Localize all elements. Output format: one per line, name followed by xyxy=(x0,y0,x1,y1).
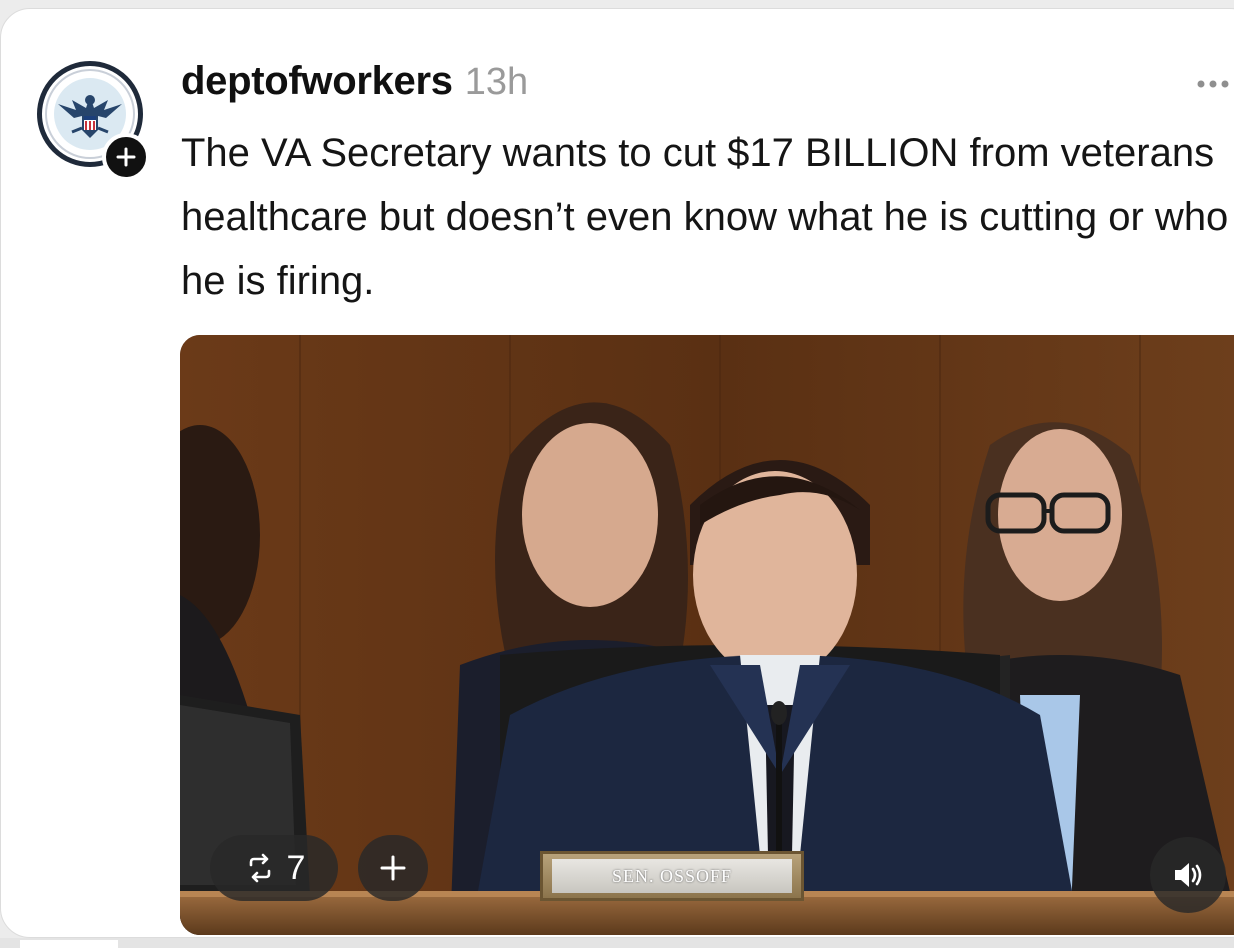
add-button[interactable] xyxy=(358,835,428,901)
post-timestamp: 13h xyxy=(464,61,529,103)
repost-count: 7 xyxy=(286,848,306,887)
post-header: deptofworkers 13h xyxy=(181,59,528,107)
repost-icon xyxy=(249,853,270,883)
more-options-button[interactable] xyxy=(1195,69,1234,99)
ellipsis-icon xyxy=(1197,80,1229,88)
avatar-container xyxy=(37,61,150,181)
plus-icon xyxy=(380,855,406,881)
plus-icon xyxy=(116,147,136,167)
repost-button[interactable]: 7 xyxy=(210,835,338,901)
follow-button[interactable] xyxy=(102,133,150,181)
video-player[interactable]: SEN. OSSOFF 7 xyxy=(180,335,1234,935)
bottom-tab-indicator xyxy=(20,940,118,948)
post-text: The VA Secretary wants to cut $17 BILLIO… xyxy=(181,131,1229,303)
username[interactable]: deptofworkers xyxy=(181,59,453,104)
video-frame xyxy=(180,335,1234,935)
nameplate: SEN. OSSOFF xyxy=(540,851,804,901)
nameplate-text: SEN. OSSOFF xyxy=(552,859,792,893)
post-card: deptofworkers 13h The VA Secretary wants… xyxy=(0,8,1234,938)
volume-button[interactable] xyxy=(1150,837,1226,913)
bottom-divider xyxy=(0,938,1234,948)
speaker-icon xyxy=(1175,863,1202,887)
